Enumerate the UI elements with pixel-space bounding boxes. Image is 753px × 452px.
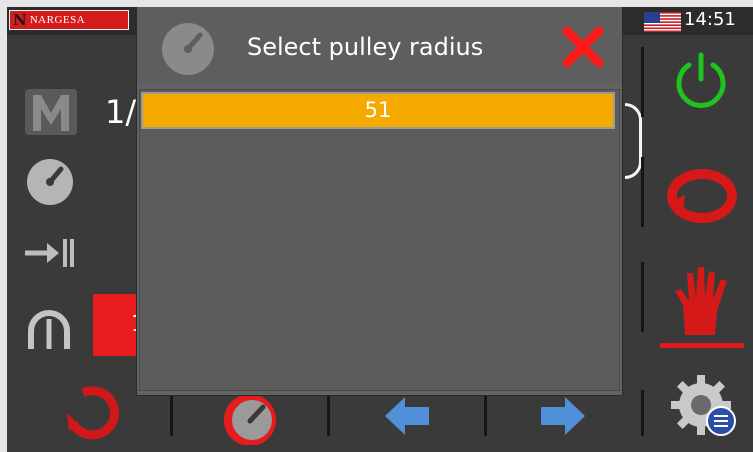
display-value-fragment: 1/ [105, 93, 137, 131]
counter-box[interactable]: 1 [93, 294, 145, 356]
brand-logo: N NARGESA [9, 10, 129, 30]
manual-mode-icon[interactable] [23, 87, 79, 137]
active-indicator [660, 343, 744, 348]
pulley-gauge-icon[interactable] [217, 387, 283, 445]
arrow-left-icon[interactable] [383, 395, 431, 437]
dialog-title: Select pulley radius [247, 33, 484, 61]
divider [641, 262, 644, 332]
radius-option-list[interactable]: 51 [139, 89, 620, 391]
stop-hand-icon[interactable] [671, 265, 731, 337]
divider [641, 390, 644, 436]
rotate-icon[interactable] [65, 385, 123, 441]
settings-icon[interactable] [669, 373, 741, 439]
pulley-radius-dialog: Select pulley radius 51 [137, 7, 622, 395]
divider [641, 157, 644, 227]
brand-name: NARGESA [29, 14, 86, 26]
divider [484, 390, 487, 436]
us-flag-icon[interactable] [644, 12, 681, 32]
close-icon[interactable] [561, 25, 605, 69]
feed-to-stop-icon[interactable] [23, 235, 75, 271]
arrow-right-icon[interactable] [539, 395, 587, 437]
bend-angle-icon[interactable] [23, 305, 75, 351]
gauge-icon [162, 23, 214, 75]
divider [170, 390, 173, 436]
dialog-header: Select pulley radius [137, 7, 622, 85]
cycle-icon[interactable] [665, 167, 739, 225]
gauge-icon[interactable] [25, 157, 75, 207]
divider [327, 390, 330, 436]
display-digit-edge [625, 103, 642, 179]
divider [641, 47, 644, 117]
clock: 14:51 [684, 9, 736, 30]
machine-screen: N NARGESA 14:51 1/ Select pulley radius … [7, 7, 753, 452]
power-icon[interactable] [671, 51, 731, 109]
radius-option[interactable]: 51 [141, 92, 615, 129]
brand-initial: N [13, 11, 27, 29]
